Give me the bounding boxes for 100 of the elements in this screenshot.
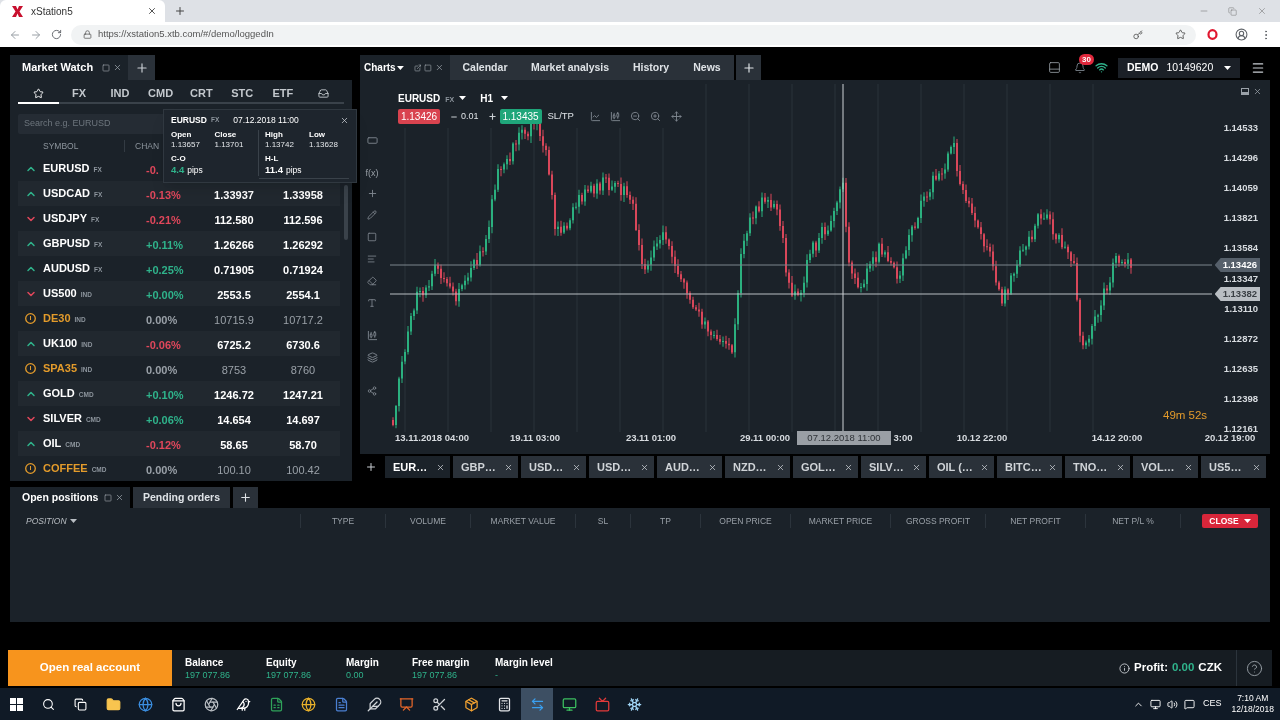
- buy-price: 112.596: [283, 213, 323, 226]
- change-value: 0.00%: [146, 463, 178, 476]
- popup-symbol: EURUSD: [171, 113, 207, 127]
- profit-value: 0.00: [1171, 660, 1195, 676]
- candle-countdown: 49m 52s: [1163, 408, 1208, 422]
- sell-price: 0.71905: [214, 263, 254, 276]
- notification-badge: 30: [1079, 53, 1094, 65]
- symbol-name: SILVER: [43, 411, 82, 427]
- symbol-name: SPA35: [43, 361, 78, 377]
- change-value: -0.06%: [146, 338, 181, 351]
- time-axis-label: 20.12 19:00: [1204, 432, 1256, 444]
- price-tag: 1.13426: [1214, 258, 1260, 272]
- column-header: CHAN: [134, 139, 160, 153]
- sell-price: 14.654: [217, 413, 251, 426]
- change-value: +0.10%: [146, 388, 184, 401]
- change-value: -0.21%: [146, 213, 181, 226]
- price-label: Low: [309, 130, 326, 140]
- time-axis-label: 29.11 00:00: [739, 432, 791, 444]
- buy-price: 1.26292: [283, 238, 323, 251]
- sell-price: 1.26266: [214, 238, 254, 251]
- sell-price: 58.65: [220, 438, 248, 451]
- price-label: Close: [214, 130, 238, 140]
- buy-price: 1.33958: [283, 188, 323, 201]
- stat-label: Balance: [185, 655, 225, 669]
- price-axis-label: 1.14059: [1223, 182, 1258, 195]
- price-axis-label: 1.13821: [1223, 212, 1258, 225]
- stat-label: Equity: [266, 655, 298, 669]
- unit-label: pips: [187, 165, 203, 176]
- stat-label: Margin level: [495, 655, 554, 669]
- change-value: 0.00%: [146, 363, 178, 376]
- symbol-name: UK100: [43, 336, 78, 352]
- volume-value: 0.01: [461, 109, 479, 123]
- time-tag: 07.12.2018 11:00: [797, 431, 891, 445]
- buy-price: 100.42: [286, 463, 320, 476]
- price-value: 1.13742: [265, 140, 295, 150]
- sell-price: 10715.9: [214, 313, 254, 326]
- sell-price: 112.580: [214, 213, 254, 226]
- price-axis-label: 1.12872: [1223, 332, 1258, 345]
- price-axis-label: 1.14296: [1223, 152, 1258, 165]
- change-value: +0.11%: [146, 238, 183, 251]
- column-header: SYMBOL: [43, 140, 79, 151]
- buy-price: 1247.21: [283, 388, 323, 401]
- stat-value: -: [495, 668, 499, 681]
- clock-time: 7:10 AM: [1237, 693, 1269, 704]
- buy-price: 14.697: [286, 413, 320, 426]
- price-axis-label: 1.13110: [1224, 302, 1258, 315]
- stat-label: Free margin: [412, 655, 471, 669]
- stat-value: 197 077.86: [185, 668, 232, 681]
- change-value: +0.06%: [146, 413, 184, 426]
- symbol-name: DE30: [43, 311, 71, 327]
- buy-price: 10717.2: [283, 313, 323, 326]
- stat-value: 197 077.86: [266, 668, 313, 681]
- buy-price: 0.71924: [283, 263, 323, 276]
- price-axis-label: 1.13584: [1223, 242, 1258, 255]
- stat-value: 0.00: [346, 668, 365, 681]
- change-value: +0.25%: [146, 263, 184, 276]
- change-value: -0.13%: [146, 188, 181, 201]
- time-axis-label: 14.12 20:00: [1091, 432, 1143, 444]
- stat-value: 4.4: [171, 164, 185, 175]
- price-axis-label: 1.13347: [1223, 272, 1258, 285]
- price-axis-label: 1.12161: [1223, 423, 1258, 435]
- sell-price: 100.10: [217, 463, 251, 476]
- price-tag: 1.13382: [1214, 287, 1260, 301]
- change-value: 0.00%: [146, 313, 178, 326]
- sell-price: 1246.72: [214, 388, 254, 401]
- stat-label: H-L: [265, 154, 280, 164]
- currency-label: CZK: [1198, 660, 1222, 676]
- price-axis-label: 1.12635: [1223, 362, 1258, 375]
- clock-date: 12/18/2018: [1231, 704, 1274, 715]
- buy-price: 6730.6: [286, 338, 320, 351]
- change-value: -0.: [146, 163, 159, 176]
- sell-price: 6725.2: [217, 338, 251, 351]
- buy-price: 58.70: [289, 438, 317, 451]
- symbol-name: OIL: [43, 436, 62, 452]
- profit-label: Profit:: [1134, 660, 1168, 676]
- symbol-name: USDCAD: [43, 186, 91, 202]
- symbol-name: AUDUSD: [43, 261, 91, 277]
- time-axis-label: 13.11.2018 04:00: [395, 432, 469, 444]
- symbol-name: GBPUSD: [43, 236, 91, 252]
- price-value: 1.13701: [214, 140, 245, 150]
- symbol-name: COFFEE: [43, 461, 88, 477]
- change-value: -0.12%: [146, 438, 181, 451]
- sell-price: 2553.5: [217, 288, 251, 301]
- price-value: 1.13657: [171, 140, 201, 150]
- stat-value: 11.4: [265, 164, 283, 175]
- price-axis-label: 1.14533: [1223, 122, 1258, 134]
- stat-label: C-O: [171, 154, 187, 164]
- change-value: +0.00%: [146, 288, 184, 301]
- time-axis-label: 23.11 01:00: [625, 432, 677, 444]
- stat-value: 197 077.86: [412, 668, 459, 681]
- unit-label: pips: [285, 165, 302, 176]
- input-language: CES: [1202, 697, 1222, 711]
- price-value: 1.13628: [309, 140, 339, 150]
- sell-price: 1.33937: [214, 188, 254, 201]
- sell-price: 8753: [221, 363, 247, 376]
- stat-label: Margin: [346, 655, 380, 669]
- symbol-name: US500: [43, 286, 77, 302]
- price-label: Open: [171, 130, 193, 140]
- buy-price: 2554.1: [286, 288, 320, 301]
- time-axis-label: 10.12 22:00: [956, 432, 1008, 444]
